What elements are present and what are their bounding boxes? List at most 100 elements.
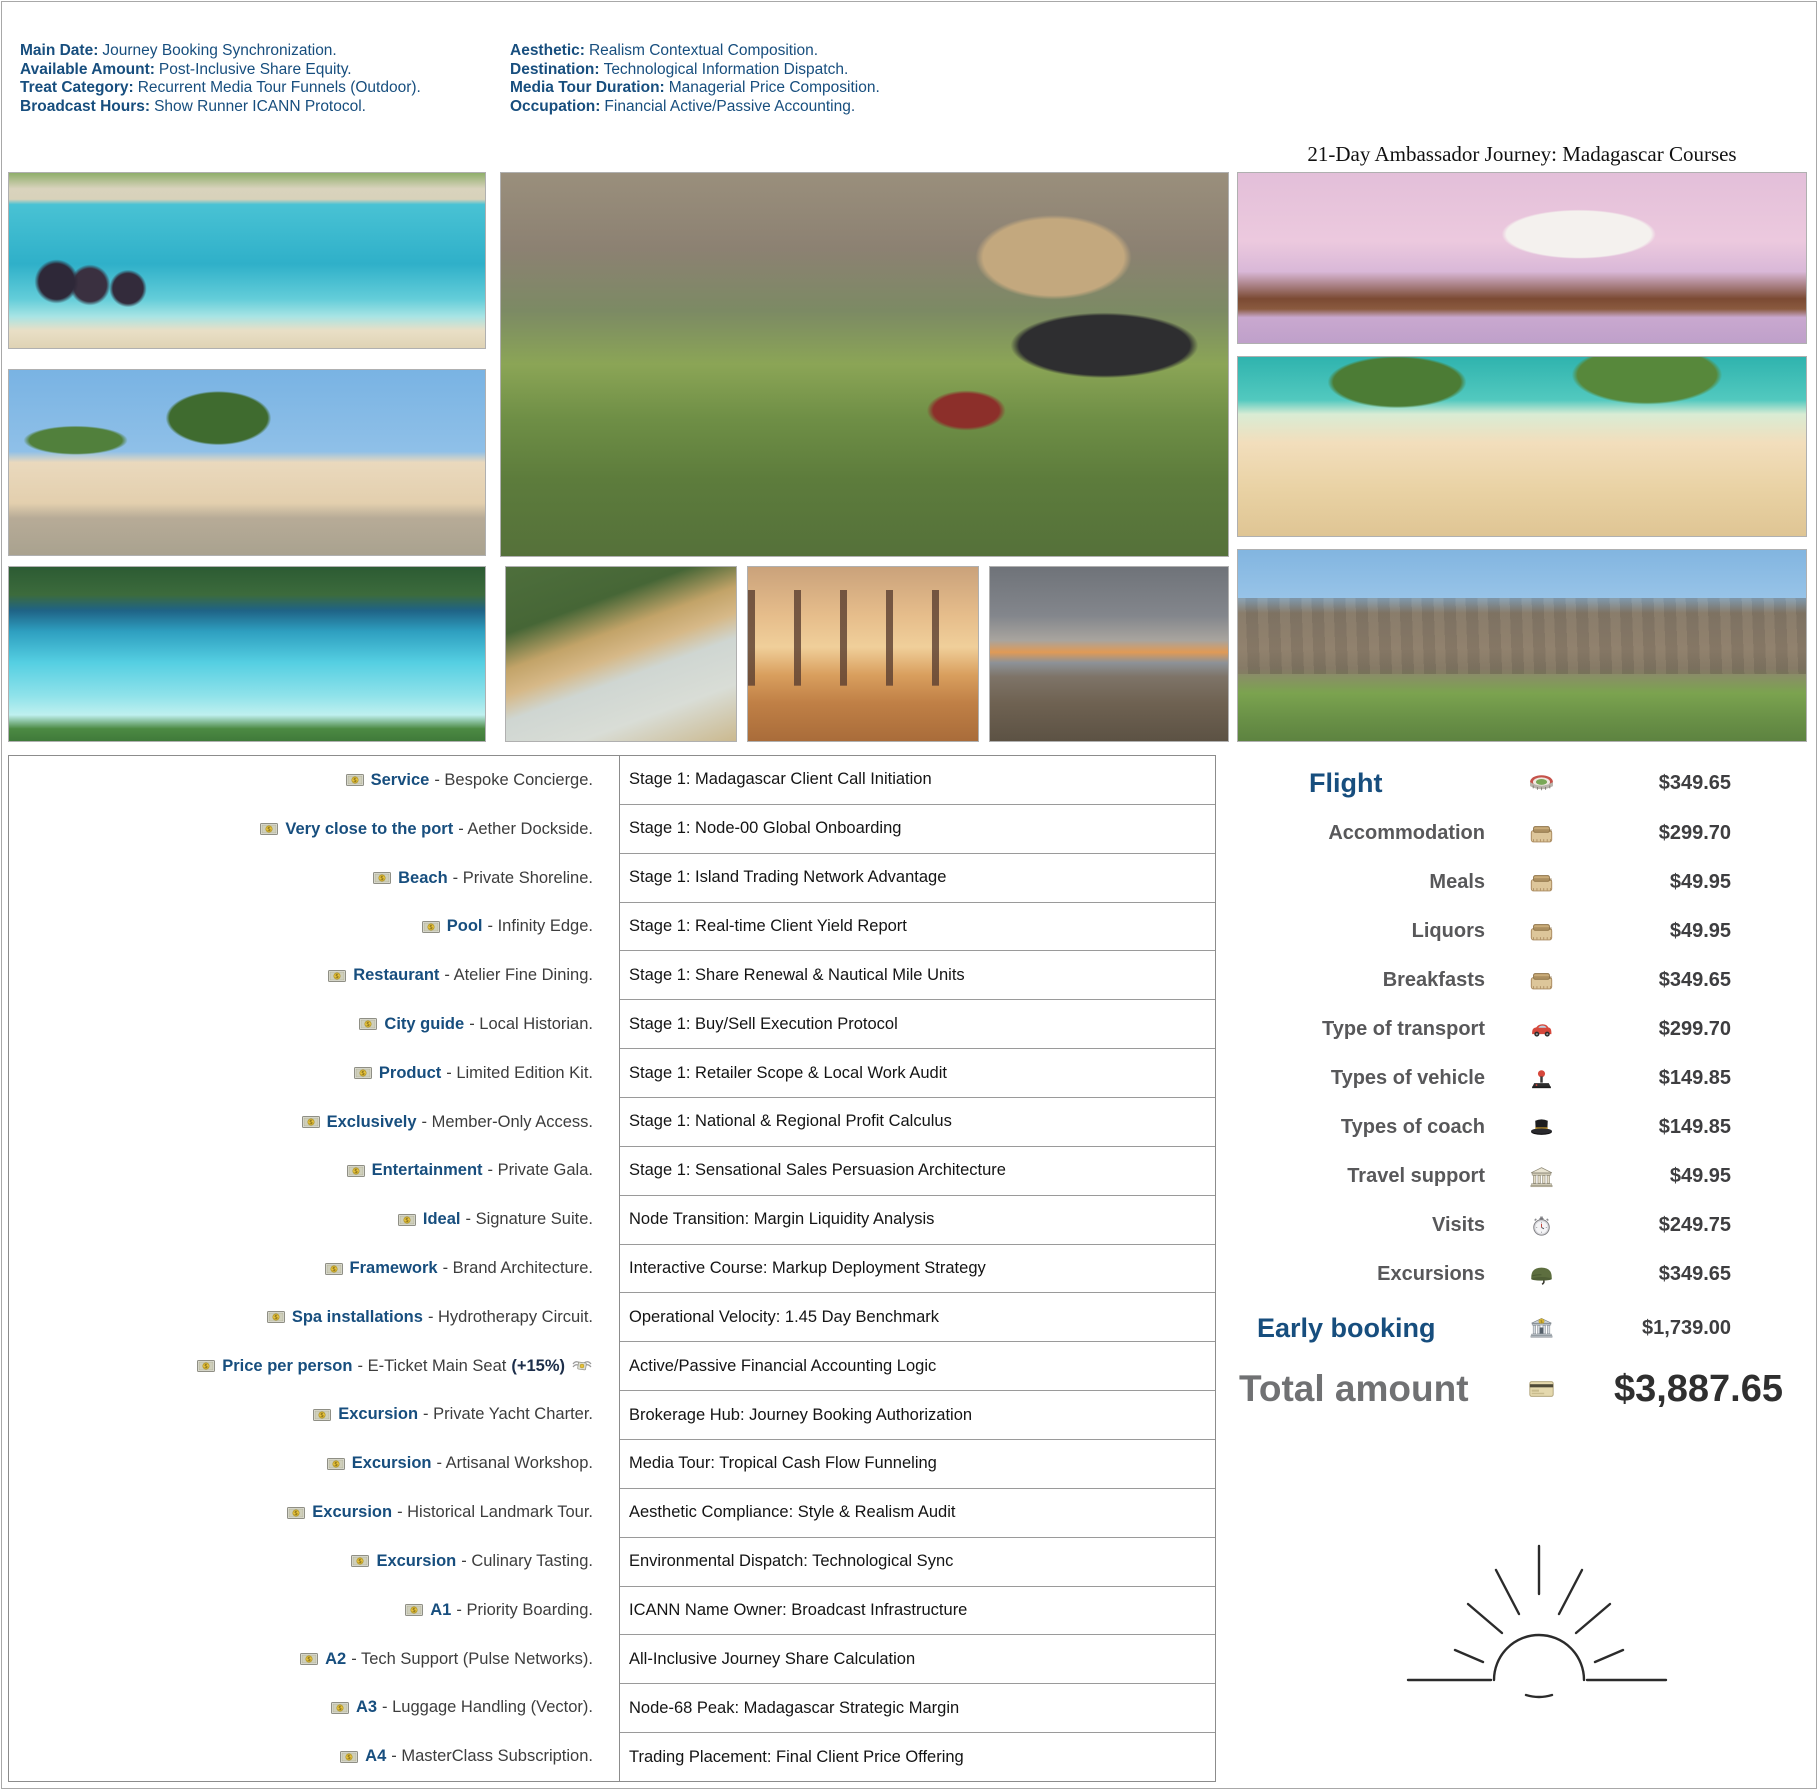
service-desc: - Atelier Fine Dining. — [444, 966, 593, 985]
stages-table: Stage 1: Madagascar Client Call Initiati… — [619, 756, 1215, 1781]
service-desc: - Bespoke Concierge. — [434, 771, 593, 790]
price-label: Early booking — [1237, 1313, 1485, 1344]
price-label: Accommodation — [1237, 822, 1485, 845]
header-line: Main Date:Journey Booking Synchronizatio… — [20, 42, 421, 61]
banknote-icon — [331, 1702, 349, 1714]
service-desc: - Artisanal Workshop. — [436, 1454, 593, 1473]
price-row: Type of transport $299.70 — [1237, 1005, 1810, 1054]
stage-row: Stage 1: Sensational Sales Persuasion Ar… — [620, 1147, 1215, 1196]
pricing-panel: Flight $349.65 Accommodation $299.70 Mea… — [1237, 757, 1810, 1421]
service-desc: - Priority Boarding. — [456, 1601, 593, 1620]
service-desc: - Private Gala. — [488, 1161, 593, 1180]
service-desc: - MasterClass Subscription. — [391, 1747, 593, 1766]
banknote-icon — [325, 1263, 343, 1275]
header-line-label: Aesthetic: — [510, 42, 585, 59]
price-value: $49.95 — [1597, 1165, 1810, 1188]
price-row: Breakfasts $349.65 — [1237, 956, 1810, 1005]
banknote-icon — [373, 872, 391, 884]
service-item: A3 - Luggage Handling (Vector). — [9, 1683, 619, 1732]
banknote-icon — [313, 1409, 331, 1421]
stopwatch-icon — [1485, 1215, 1597, 1237]
service-keyword: City guide — [384, 1015, 464, 1034]
header-line-value: Realism Contextual Composition. — [589, 42, 818, 59]
service-keyword: Price per person — [222, 1357, 352, 1376]
service-desc: - Local Historian. — [469, 1015, 593, 1034]
stage-row: Stage 1: Node-00 Global Onboarding — [620, 805, 1215, 854]
price-value: $299.70 — [1597, 822, 1810, 845]
service-keyword: Entertainment — [372, 1161, 483, 1180]
service-keyword: A3 — [356, 1698, 377, 1717]
header-line-label: Treat Category: — [20, 79, 134, 96]
aesthetic-info-block: Aesthetic:Realism Contextual Composition… — [510, 42, 880, 117]
services-list: Service - Bespoke Concierge. Very close … — [9, 756, 619, 1781]
service-item: City guide - Local Historian. — [9, 1000, 619, 1049]
price-row: Accommodation $299.70 — [1237, 809, 1810, 858]
classical-building-icon — [1485, 1166, 1597, 1188]
service-desc: - Private Yacht Charter. — [423, 1405, 593, 1424]
price-label: Type of transport — [1237, 1018, 1485, 1041]
header-line: Media Tour Duration:Managerial Price Com… — [510, 79, 880, 98]
banknote-icon — [347, 1165, 365, 1177]
header-line-label: Occupation: — [510, 98, 600, 115]
banknote-icon — [351, 1555, 369, 1567]
itinerary-page: Main Date:Journey Booking Synchronizatio… — [0, 0, 1818, 1790]
service-keyword: A1 — [430, 1601, 451, 1620]
header-line: Aesthetic:Realism Contextual Composition… — [510, 42, 880, 61]
price-value: $349.65 — [1597, 1263, 1810, 1286]
banknote-icon — [422, 921, 440, 933]
header-line: Broadcast Hours:Show Runner ICANN Protoc… — [20, 98, 421, 117]
header-line: Treat Category:Recurrent Media Tour Funn… — [20, 79, 421, 98]
service-desc: - Infinity Edge. — [488, 917, 593, 936]
service-desc: - Brand Architecture. — [443, 1259, 593, 1278]
service-keyword: Product — [379, 1064, 441, 1083]
service-desc: - Hydrotherapy Circuit. — [428, 1308, 593, 1327]
service-keyword: Excursion — [376, 1552, 456, 1571]
service-item: Excursion - Culinary Tasting. — [9, 1537, 619, 1586]
service-item: A4 - MasterClass Subscription. — [9, 1732, 619, 1781]
price-value: $49.95 — [1597, 920, 1810, 943]
service-desc: - Tech Support (Pulse Networks). — [351, 1650, 593, 1669]
header-line-value: Recurrent Media Tour Funnels (Outdoor). — [138, 79, 421, 96]
service-keyword: Excursion — [352, 1454, 432, 1473]
price-label: Total amount — [1237, 1368, 1485, 1410]
banknote-icon — [197, 1360, 215, 1372]
service-item: Entertainment - Private Gala. — [9, 1147, 619, 1196]
photo-canoe-beach — [1237, 356, 1807, 537]
price-row: Types of coach $149.85 — [1237, 1103, 1810, 1152]
stage-row: All-Inclusive Journey Share Calculation — [620, 1635, 1215, 1684]
price-value: $349.65 — [1597, 772, 1810, 795]
service-keyword: Beach — [398, 869, 448, 888]
price-row: Travel support $49.95 — [1237, 1152, 1810, 1201]
booking-info-block: Main Date:Journey Booking Synchronizatio… — [20, 42, 421, 117]
service-item: A1 - Priority Boarding. — [9, 1586, 619, 1635]
photo-rooftop-tent-camping — [500, 172, 1229, 557]
banknote-icon — [267, 1311, 285, 1323]
service-desc: - Private Shoreline. — [453, 869, 593, 888]
credit-card-icon — [1485, 1378, 1597, 1400]
top-hat-icon — [1485, 1117, 1597, 1139]
content-box: Service - Bespoke Concierge. Very close … — [8, 755, 1216, 1782]
service-item: Excursion - Artisanal Workshop. — [9, 1439, 619, 1488]
banknote-icon — [346, 774, 364, 786]
header-line: Occupation:Financial Active/Passive Acco… — [510, 98, 880, 117]
banknote-icon — [359, 1018, 377, 1030]
service-item: Ideal - Signature Suite. — [9, 1195, 619, 1244]
photo-beach-basket-women — [8, 172, 486, 349]
sunrise-logo-icon — [1392, 1532, 1682, 1717]
stage-row: Node Transition: Margin Liquidity Analys… — [620, 1196, 1215, 1245]
stage-row: Stage 1: Buy/Sell Execution Protocol — [620, 1000, 1215, 1049]
header-line-value: Show Runner ICANN Protocol. — [154, 98, 366, 115]
header-line-label: Destination: — [510, 61, 600, 78]
service-item: Exclusively - Member-Only Access. — [9, 1098, 619, 1147]
service-keyword: Excursion — [312, 1503, 392, 1522]
service-keyword: A4 — [365, 1747, 386, 1766]
stage-row: Node-68 Peak: Madagascar Strategic Margi… — [620, 1684, 1215, 1733]
price-label: Meals — [1237, 871, 1485, 894]
service-keyword: Pool — [447, 917, 483, 936]
header-line-label: Available Amount: — [20, 61, 155, 78]
service-desc: - Limited Edition Kit. — [446, 1064, 593, 1083]
photo-seaplane-pavilion — [1237, 172, 1807, 344]
service-item: Price per person - E-Ticket Main Seat (+… — [9, 1342, 619, 1391]
service-item: A2 - Tech Support (Pulse Networks). — [9, 1635, 619, 1684]
photo-overwater-bungalows — [8, 566, 486, 742]
